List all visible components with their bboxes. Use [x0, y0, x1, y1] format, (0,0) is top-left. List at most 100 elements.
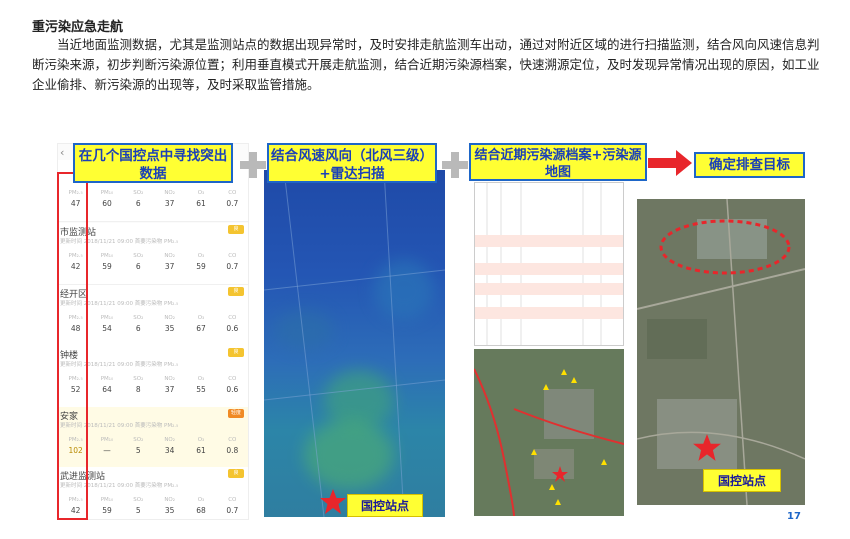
metric-label: NO₂ — [164, 437, 175, 443]
metric-label: PM₁₀ — [100, 376, 114, 382]
metric-label: PM₁₀ — [100, 253, 114, 259]
station-update-time: 更新时间 2018/11/21 09:00 首要污染物 PM₂.₅ — [60, 483, 179, 489]
metric-label: PM₂.₅ — [68, 376, 83, 382]
aqi-level-badge: 良 — [228, 225, 244, 234]
metric-label: SO₂ — [133, 190, 144, 196]
aqi-level-badge: 轻度 — [228, 409, 244, 418]
aqi-level-badge: 良 — [228, 469, 244, 478]
metric-value: 0.7 — [226, 262, 239, 271]
metric-label: O₃ — [197, 190, 205, 196]
metric-value: 54 — [102, 324, 112, 333]
metric-values: 42 59 5 35 68 0.7 — [58, 506, 248, 515]
station-list-panel: PM₂.₅ PM₁₀ SO₂ NO₂ O₃ CO 47 60 6 37 61 0.7 市监测站 更新时间 … — [57, 143, 249, 520]
metric-label: CO — [228, 190, 237, 196]
step4-callout: 确定排查目标 — [694, 152, 805, 178]
station-update-time: 更新时间 2018/11/21 09:00 首要污染物 PM₂.₅ — [60, 301, 179, 307]
arrow-right-icon — [648, 150, 692, 176]
metric-value: 59 — [196, 262, 206, 271]
metric-label: O₃ — [197, 315, 205, 321]
metric-label: NO₂ — [164, 253, 175, 259]
metric-value: 59 — [102, 506, 112, 515]
metric-value: 37 — [164, 262, 175, 271]
metric-value: 47 — [70, 199, 81, 208]
station-update-time: 更新时间 2018/11/21 09:00 首要污染物 PM₂.₅ — [60, 423, 179, 429]
section-heading: 重污染应急走航 — [32, 20, 124, 35]
station-row[interactable]: 安家 更新时间 2018/11/21 09:00 首要污染物 PM₂.₅ 轻度 PM₂… — [58, 407, 248, 469]
metric-value: 68 — [196, 506, 206, 515]
step1-callout: 在几个国控点中寻找突出数据 — [73, 143, 233, 183]
step2-callout: 结合风速风向（北风三级）+雷达扫描 — [267, 143, 437, 183]
radar-scan-map — [264, 170, 445, 517]
metric-value: 35 — [164, 506, 175, 515]
metric-labels: PM₂.₅ PM₁₀ SO₂ NO₂ O₃ CO — [58, 315, 248, 321]
metric-value: 0.7 — [226, 199, 239, 208]
metric-value: 6 — [135, 262, 141, 271]
metric-label: PM₂.₅ — [68, 315, 83, 321]
metric-label: NO₂ — [164, 190, 175, 196]
metric-value: 0.6 — [226, 324, 239, 333]
metric-values: 48 54 6 35 67 0.6 — [58, 324, 248, 333]
station-row[interactable]: 经开区 更新时间 2018/11/21 09:00 首要污染物 PM₂.₅ 良 PM₂… — [58, 285, 248, 347]
plus-icon-2 — [442, 152, 468, 178]
metric-value: 5 — [135, 446, 141, 455]
station-row[interactable]: 武进监测站 更新时间 2018/11/21 09:00 首要污染物 PM₂.₅ 良 P… — [58, 467, 248, 519]
metric-label: SO₂ — [133, 376, 144, 382]
metric-value: 37 — [164, 385, 175, 394]
metric-label: SO₂ — [133, 253, 144, 259]
metric-value: 6 — [135, 199, 141, 208]
pollution-source-table — [474, 182, 624, 346]
metric-label: CO — [228, 253, 237, 259]
metric-label: PM₂.₅ — [68, 190, 83, 196]
metric-value: 35 — [164, 324, 175, 333]
metric-labels: PM₂.₅ PM₁₀ SO₂ NO₂ O₃ CO — [58, 497, 248, 503]
metric-label: CO — [228, 497, 237, 503]
step3-callout: 结合近期污染源档案+污染源地图 — [469, 143, 647, 181]
metric-labels: PM₂.₅ PM₁₀ SO₂ NO₂ O₃ CO — [58, 376, 248, 382]
metric-label: NO₂ — [164, 497, 175, 503]
metric-label: NO₂ — [164, 376, 175, 382]
station-update-time: 更新时间 2018/11/21 09:00 首要污染物 PM₂.₅ — [60, 239, 179, 245]
metric-label: PM₂.₅ — [68, 497, 83, 503]
station-row[interactable]: 市监测站 更新时间 2018/11/21 09:00 首要污染物 PM₂.₅ 良 PM… — [58, 223, 248, 285]
metric-label: SO₂ — [133, 315, 144, 321]
metric-values: 52 64 8 37 55 0.6 — [58, 385, 248, 394]
intro-paragraph: 当近地面监测数据，尤其是监测站点的数据出现异常时，及时安排走航监测车出动，通过对… — [32, 37, 820, 92]
metric-values: 102 — 5 34 61 0.8 — [58, 446, 248, 455]
metric-label: CO — [228, 437, 237, 443]
metric-value: 0.8 — [226, 446, 239, 455]
metric-value: 61 — [196, 199, 206, 208]
metric-label: O₃ — [197, 253, 205, 259]
metric-value: 6 — [135, 324, 141, 333]
metric-value: 37 — [164, 199, 175, 208]
metric-labels: PM₂.₅ PM₁₀ SO₂ NO₂ O₃ CO — [58, 253, 248, 259]
metric-label: NO₂ — [164, 315, 175, 321]
metric-value: 0.6 — [226, 385, 239, 394]
metric-label: O₃ — [197, 437, 205, 443]
metric-label: CO — [228, 315, 237, 321]
metric-value: 42 — [70, 506, 81, 515]
metric-label: PM₁₀ — [100, 497, 114, 503]
pollution-source-map — [474, 349, 624, 516]
metric-value: — — [103, 446, 111, 455]
metric-label: PM₁₀ — [100, 437, 114, 443]
metric-label: PM₂.₅ — [68, 437, 83, 443]
metric-value: 59 — [102, 262, 112, 271]
metric-label: SO₂ — [133, 497, 144, 503]
metric-values: 42 59 6 37 59 0.7 — [58, 262, 248, 271]
metric-value: 64 — [102, 385, 112, 394]
metric-value: 8 — [135, 385, 141, 394]
metric-value: 67 — [196, 324, 206, 333]
metric-values: 47 60 6 37 61 0.7 — [58, 199, 248, 208]
metric-label: SO₂ — [133, 437, 144, 443]
back-chevron-icon[interactable]: ‹ — [60, 146, 64, 159]
station-star-icon-1 — [320, 489, 346, 514]
metric-value: 42 — [70, 262, 81, 271]
metric-value: 60 — [102, 199, 112, 208]
metric-value: 52 — [70, 385, 81, 394]
aqi-level-badge: 良 — [228, 287, 244, 296]
station-row[interactable]: 钟楼 更新时间 2018/11/21 09:00 首要污染物 PM₂.₅ 良 PM₂.… — [58, 346, 248, 408]
station-star-icon-2 — [693, 434, 721, 461]
metric-label: PM₂.₅ — [68, 253, 83, 259]
aqi-level-badge: 良 — [228, 348, 244, 357]
metric-labels: PM₂.₅ PM₁₀ SO₂ NO₂ O₃ CO — [58, 190, 248, 196]
